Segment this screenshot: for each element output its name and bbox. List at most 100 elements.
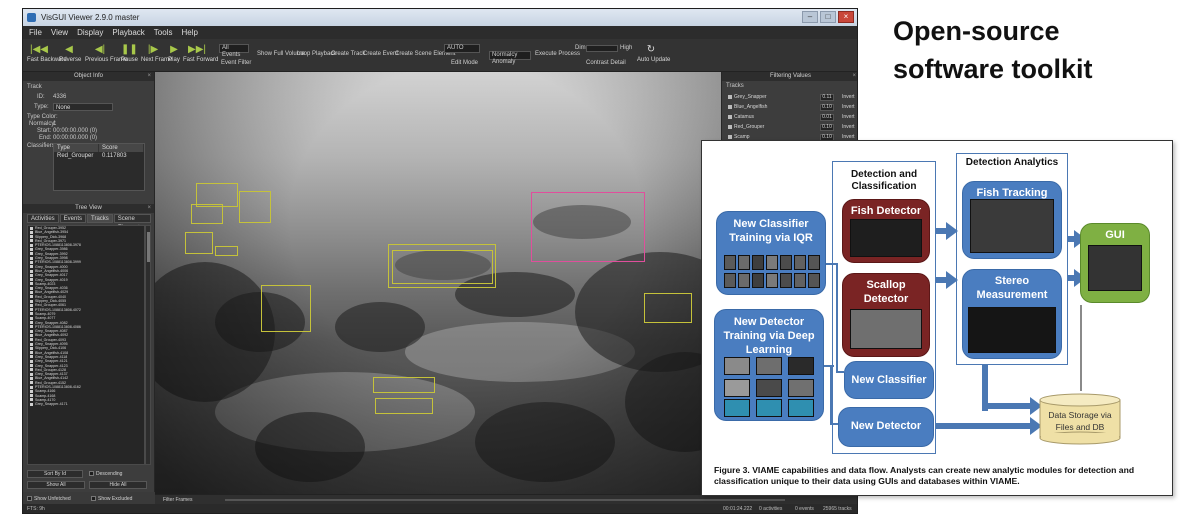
show-all-button[interactable]: Show All bbox=[27, 481, 85, 489]
menu-playback[interactable]: Playback bbox=[112, 26, 144, 39]
auto-update-button[interactable]: ↻ Auto Update bbox=[637, 42, 670, 70]
visibility-checkbox-icon[interactable] bbox=[30, 346, 33, 350]
play-button[interactable]: ▶ Play bbox=[167, 42, 181, 70]
visibility-checkbox-icon[interactable] bbox=[30, 230, 33, 234]
visibility-checkbox-icon[interactable] bbox=[30, 252, 33, 256]
maximize-button[interactable]: □ bbox=[820, 11, 836, 23]
invert-label[interactable]: Invert bbox=[842, 123, 855, 132]
detection-box[interactable] bbox=[191, 204, 223, 224]
filter-checkbox[interactable] bbox=[728, 134, 732, 139]
type-column-header[interactable]: Type bbox=[54, 144, 99, 152]
visibility-checkbox-icon[interactable] bbox=[30, 312, 33, 316]
visibility-checkbox-icon[interactable] bbox=[30, 325, 33, 329]
close-button[interactable]: × bbox=[838, 11, 854, 23]
score-column-header[interactable]: Score bbox=[99, 144, 144, 152]
tab-tracks[interactable]: Tracks bbox=[87, 214, 113, 223]
visibility-checkbox-icon[interactable] bbox=[30, 316, 33, 320]
visibility-checkbox-icon[interactable] bbox=[30, 342, 33, 346]
visibility-checkbox-icon[interactable] bbox=[30, 239, 33, 243]
filter-row[interactable]: Red_Grouper 0.10 Invert bbox=[728, 123, 856, 132]
filter-value-spinbox[interactable]: 0.11 bbox=[820, 94, 834, 101]
visibility-checkbox-icon[interactable] bbox=[30, 291, 33, 294]
menu-display[interactable]: Display bbox=[77, 26, 103, 39]
visibility-checkbox-icon[interactable] bbox=[30, 308, 33, 312]
menu-file[interactable]: File bbox=[29, 26, 42, 39]
visibility-checkbox-icon[interactable] bbox=[30, 359, 33, 363]
visibility-checkbox-icon[interactable] bbox=[30, 402, 33, 406]
visibility-checkbox-icon[interactable] bbox=[30, 269, 33, 273]
close-icon[interactable]: × bbox=[147, 204, 151, 213]
execute-process-button[interactable]: Execute Process bbox=[535, 51, 580, 57]
detection-box[interactable] bbox=[392, 250, 493, 284]
next-frame-button[interactable]: |▶ Next Frame bbox=[141, 42, 172, 70]
fast-forward-button[interactable]: ▶▶| Fast Forward bbox=[183, 42, 218, 70]
filter-row[interactable]: Blue_Angelfish 0.10 Invert bbox=[728, 103, 856, 112]
event-type-select[interactable]: All Events bbox=[219, 44, 249, 58]
menu-help[interactable]: Help bbox=[181, 26, 197, 39]
edit-mode-label[interactable]: Edit Mode bbox=[451, 60, 478, 66]
visibility-checkbox-icon[interactable] bbox=[30, 398, 33, 402]
auto-mode-select[interactable]: AUTO bbox=[444, 44, 480, 53]
visibility-checkbox-icon[interactable] bbox=[30, 368, 33, 372]
visibility-checkbox-icon[interactable] bbox=[30, 338, 33, 342]
visibility-checkbox-icon[interactable] bbox=[30, 329, 33, 333]
visibility-checkbox-icon[interactable] bbox=[30, 299, 33, 303]
detection-box[interactable] bbox=[373, 377, 435, 393]
menu-tools[interactable]: Tools bbox=[154, 26, 173, 39]
video-view[interactable] bbox=[155, 72, 721, 494]
fast-backward-button[interactable]: |◀◀ Fast Backward bbox=[27, 42, 67, 70]
create-event-button[interactable]: Create Event bbox=[363, 51, 398, 57]
sort-by-select[interactable]: Sort By Id bbox=[27, 470, 83, 478]
track-list-scrollbar[interactable] bbox=[145, 225, 151, 465]
reverse-button[interactable]: ◀ Reverse bbox=[59, 42, 81, 70]
hide-all-button[interactable]: Hide All bbox=[89, 481, 147, 489]
minimize-button[interactable]: – bbox=[802, 11, 818, 23]
visibility-checkbox-icon[interactable] bbox=[30, 389, 33, 393]
detection-box[interactable] bbox=[239, 191, 271, 223]
visibility-checkbox-icon[interactable] bbox=[30, 381, 33, 385]
detection-box[interactable] bbox=[375, 398, 433, 414]
scrollbar-thumb[interactable] bbox=[147, 232, 150, 262]
create-track-button[interactable]: Create Track bbox=[331, 51, 365, 57]
visibility-checkbox-icon[interactable] bbox=[30, 265, 33, 269]
filter-row[interactable]: Grey_Snapper 0.11 Invert bbox=[728, 93, 856, 102]
filter-checkbox[interactable] bbox=[728, 124, 732, 129]
normalcy-select[interactable]: Normalcy Anomaly bbox=[489, 51, 531, 65]
filter-checkbox[interactable] bbox=[728, 114, 732, 119]
visibility-checkbox-icon[interactable] bbox=[30, 243, 33, 247]
type-select[interactable]: None bbox=[53, 103, 113, 111]
visibility-checkbox-icon[interactable] bbox=[30, 385, 33, 389]
close-icon[interactable]: × bbox=[147, 72, 151, 81]
invert-label[interactable]: Invert bbox=[842, 113, 855, 122]
visibility-checkbox-icon[interactable] bbox=[30, 248, 33, 252]
filter-checkbox[interactable] bbox=[728, 94, 732, 99]
detection-box[interactable] bbox=[215, 246, 238, 256]
tab-events[interactable]: Events bbox=[59, 214, 87, 223]
tab-activities[interactable]: Activities bbox=[27, 214, 59, 223]
descending-checkbox[interactable]: Descending bbox=[89, 471, 122, 477]
invert-label[interactable]: Invert bbox=[842, 93, 855, 102]
filter-checkbox[interactable] bbox=[728, 104, 732, 109]
table-row[interactable]: Red_Grouper 0.117803 bbox=[54, 152, 144, 160]
visibility-checkbox-icon[interactable] bbox=[30, 278, 33, 282]
detection-box[interactable] bbox=[185, 232, 213, 254]
contrast-slider[interactable] bbox=[586, 45, 618, 52]
selected-detection-box[interactable] bbox=[531, 192, 645, 262]
filter-value-spinbox[interactable]: 0.10 bbox=[820, 124, 834, 131]
visibility-checkbox-icon[interactable] bbox=[30, 321, 33, 325]
visibility-checkbox-icon[interactable] bbox=[30, 273, 33, 277]
visibility-checkbox-icon[interactable] bbox=[30, 295, 33, 299]
visibility-checkbox-icon[interactable] bbox=[30, 286, 33, 290]
pause-button[interactable]: ❚❚ Pause bbox=[121, 42, 138, 70]
filter-value-spinbox[interactable]: 0.01 bbox=[820, 114, 834, 121]
visibility-checkbox-icon[interactable] bbox=[30, 364, 33, 368]
visibility-checkbox-icon[interactable] bbox=[30, 235, 33, 239]
invert-label[interactable]: Invert bbox=[842, 103, 855, 112]
filter-row[interactable]: Catamus 0.01 Invert bbox=[728, 113, 856, 122]
visibility-checkbox-icon[interactable] bbox=[30, 355, 33, 359]
close-icon[interactable]: × bbox=[852, 72, 856, 81]
event-filter-label[interactable]: Event Filter bbox=[221, 60, 251, 66]
menu-view[interactable]: View bbox=[51, 26, 68, 39]
visibility-checkbox-icon[interactable] bbox=[30, 394, 33, 398]
show-unfetched-checkbox[interactable]: Show Unfetched bbox=[27, 496, 71, 502]
